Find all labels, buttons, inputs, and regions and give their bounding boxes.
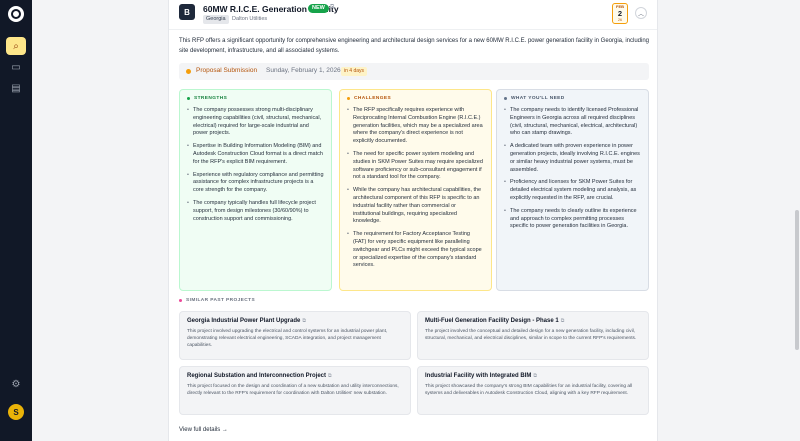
challenges-panel: CHALLENGES The RFP specifically requires… <box>339 89 492 291</box>
list-item: The need for specific power system model… <box>347 151 484 182</box>
submission-bar: Proposal Submission Sunday, February 1, … <box>179 63 649 80</box>
list-item: A dedicated team with proven experience … <box>504 143 641 174</box>
due-date-badge: FEB 2 26 <box>612 3 628 24</box>
view-full-details-link[interactable]: View full details → <box>179 427 228 433</box>
list-item: Expertise in Building Information Modeli… <box>187 143 324 166</box>
requirements-panel: WHAT YOU'LL NEED The company needs to id… <box>496 89 649 291</box>
project-card[interactable]: Industrial Facility with Integrated BIM ⧉… <box>417 366 649 415</box>
submission-date: Sunday, February 1, 2026 <box>266 67 341 74</box>
strengths-heading: STRENGTHS <box>194 96 228 101</box>
chat-icon[interactable]: ▭ <box>6 58 26 76</box>
list-item: The company possesses strong multi-disci… <box>187 107 324 138</box>
chevron-up-icon: ︿ <box>637 11 644 18</box>
list-item: The company typically handles full lifec… <box>187 200 324 223</box>
project-title: Regional Substation and Interconnection … <box>187 373 327 379</box>
list-item: While the company has architectural capa… <box>347 187 484 226</box>
challenges-heading: CHALLENGES <box>354 96 392 101</box>
card-header: B 60MW R.I.C.E. Generation Facility NEW … <box>169 0 657 30</box>
document-icon[interactable]: ▤ <box>6 79 26 97</box>
list-item: Experience with regulatory compliance an… <box>187 172 324 195</box>
external-link-icon[interactable]: ⧉ <box>561 318 565 324</box>
list-item: Proficiency and licenses for SKM Power S… <box>504 179 641 202</box>
scrollbar-thumb[interactable] <box>795 210 799 350</box>
company-name: Dalton Utilities <box>232 16 268 22</box>
list-item: The company needs to clearly outline its… <box>504 208 641 231</box>
app-logo-icon[interactable] <box>8 6 24 22</box>
external-link-icon[interactable]: ⧉ <box>533 373 537 379</box>
external-link-icon[interactable]: ⧉ <box>328 373 332 379</box>
strengths-panel: STRENGTHS The company possesses strong m… <box>179 89 332 291</box>
list-item: The RFP specifically requires experience… <box>347 107 484 146</box>
submission-label: Proposal Submission <box>196 67 258 74</box>
similar-projects-heading: SIMILAR PAST PROJECTS <box>179 298 255 303</box>
project-description: This project focused on the design and c… <box>187 384 399 396</box>
project-card[interactable]: Multi-Fuel Generation Facility Design - … <box>417 311 649 360</box>
days-left-badge: in 4 days <box>341 67 368 76</box>
project-card[interactable]: Regional Substation and Interconnection … <box>179 366 411 415</box>
sidebar: ⌕ ▭ ▤ ⚙ S <box>0 0 32 441</box>
new-badge: NEW <box>308 4 329 13</box>
project-title: Multi-Fuel Generation Facility Design - … <box>425 318 559 324</box>
project-title: Industrial Facility with Integrated BIM <box>425 373 532 379</box>
external-link-icon[interactable]: ⧉ <box>302 318 306 324</box>
search-icon[interactable]: ⌕ <box>6 37 26 55</box>
rfp-card: B 60MW R.I.C.E. Generation Facility NEW … <box>168 0 658 441</box>
external-link-icon[interactable]: ⧉ <box>330 4 334 11</box>
avatar[interactable]: S <box>8 404 24 420</box>
gear-icon[interactable]: ⚙ <box>6 375 26 393</box>
project-description: This project showcased the company's str… <box>425 384 633 396</box>
project-card[interactable]: Georgia Industrial Power Plant Upgrade ⧉ … <box>179 311 411 360</box>
scrollbar[interactable] <box>794 0 800 441</box>
requirements-heading: WHAT YOU'LL NEED <box>511 96 565 101</box>
project-title: Georgia Industrial Power Plant Upgrade <box>187 318 301 324</box>
project-description: This project involved upgrading the elec… <box>187 329 388 348</box>
project-description: The project involved the conceptual and … <box>425 329 637 341</box>
collapse-button[interactable]: ︿ <box>635 7 647 19</box>
status-dot-icon <box>186 69 191 74</box>
location-tag: Georgia <box>203 15 229 24</box>
rfp-description: This RFP offers a significant opportunit… <box>179 38 650 54</box>
list-item: The company needs to identify licensed P… <box>504 107 641 138</box>
org-badge: B <box>179 4 195 20</box>
list-item: The requirement for Factory Acceptance T… <box>347 231 484 270</box>
